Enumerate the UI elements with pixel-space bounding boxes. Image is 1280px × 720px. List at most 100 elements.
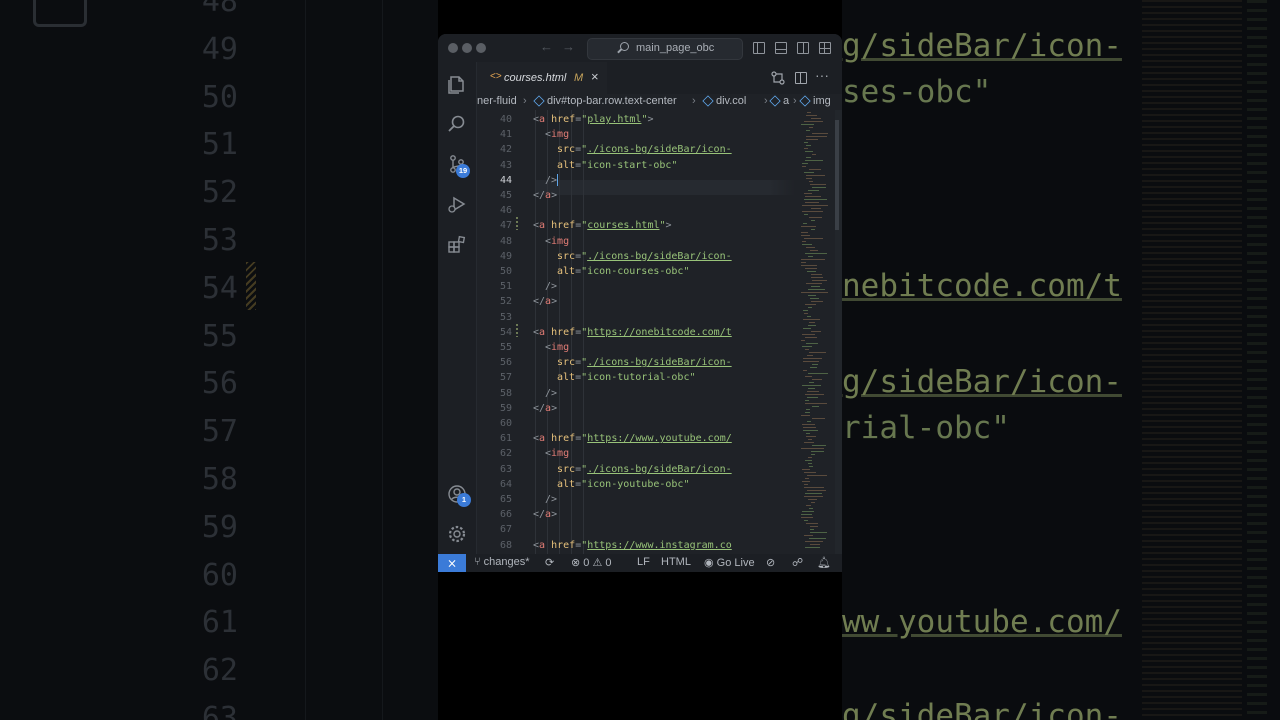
settings-gear-icon[interactable]: [447, 524, 467, 544]
source-control-badge: 19: [456, 164, 470, 178]
toggle-secondary-sidebar-icon[interactable]: [797, 42, 809, 54]
broadcast-icon: ◉: [704, 557, 714, 569]
code-line[interactable]: 52 </a>: [477, 294, 795, 309]
code-line[interactable]: 46: [477, 203, 795, 218]
go-live-button[interactable]: ◉ Go Live: [704, 556, 755, 569]
minimap-row: [808, 463, 812, 464]
branch-name: changes*: [483, 556, 530, 568]
eol-status[interactable]: LF: [637, 556, 650, 568]
open-changes-icon[interactable]: [771, 71, 785, 85]
scrollbar-thumb[interactable]: [835, 120, 839, 230]
search-icon: [620, 42, 629, 51]
code-line[interactable]: 67: [477, 522, 795, 537]
code-text: <a href="https://www.youtube.com/: [533, 433, 732, 445]
line-number: 65: [499, 494, 512, 505]
notifications-bell-icon[interactable]: 🔔︎: [817, 556, 831, 569]
code-line[interactable]: 55 <img: [477, 340, 795, 355]
code-line[interactable]: 45 </a>: [477, 188, 795, 203]
minimap-row: [802, 244, 812, 245]
code-line[interactable]: 60: [477, 416, 795, 431]
error-count: 0: [583, 557, 590, 569]
minimap-row: [805, 349, 809, 350]
toggle-panel-icon[interactable]: [775, 42, 787, 54]
extensions-icon[interactable]: [447, 234, 467, 254]
code-line[interactable]: 65 />: [477, 492, 795, 507]
code-line[interactable]: 63 src="./icons-bg/sideBar/icon-: [477, 462, 795, 477]
more-actions-icon[interactable]: ···: [815, 67, 829, 83]
minimap-row: [811, 301, 823, 302]
bg-line-number: 49: [201, 31, 238, 67]
code-text: <a href="https://www.instagram.co: [533, 539, 732, 551]
breadcrumb-item[interactable]: a: [769, 95, 789, 107]
copilot-icon[interactable]: ⊘: [766, 556, 775, 569]
minimap-row: [806, 115, 817, 116]
code-line[interactable]: 44 />: [477, 173, 795, 188]
code-line[interactable]: 62 <img: [477, 446, 795, 461]
minimap-row: [801, 235, 810, 236]
code-line[interactable]: 66 </a>: [477, 507, 795, 522]
back-arrow-icon[interactable]: ←: [540, 39, 553, 54]
minimap[interactable]: [795, 110, 835, 554]
code-line[interactable]: 68 <a href="https://www.instagram.co: [477, 538, 795, 553]
command-center-search[interactable]: main_page_obc: [587, 38, 743, 60]
breadcrumb-item[interactable]: div.col: [702, 95, 746, 107]
remote-indicator-icon[interactable]: ⨯: [438, 554, 466, 572]
minimize-window-button[interactable]: [462, 43, 472, 53]
code-line[interactable]: 40 <a href="play.html">: [477, 112, 795, 127]
breadcrumb-item[interactable]: div#top-bar.row.text-center: [533, 95, 677, 107]
code-editor[interactable]: 40 <a href="play.html"> 41 <img 42 src="./ico…: [477, 110, 795, 554]
code-line[interactable]: 54 <a href="https://onebitcode.com/t: [477, 325, 795, 340]
code-line[interactable]: 61 <a href="https://www.youtube.com/: [477, 431, 795, 446]
code-line[interactable]: 47 <a href="courses.html">: [477, 218, 795, 233]
code-line[interactable]: 57 alt="icon-tutorial-obc": [477, 370, 795, 385]
code-text: <img: [545, 129, 570, 141]
tab-courses-html[interactable]: <> courses.html M ×: [477, 62, 607, 94]
split-editor-icon[interactable]: [795, 72, 807, 84]
minimap-row: [807, 475, 827, 476]
minimap-row: [801, 226, 816, 227]
minimap-row: [811, 118, 821, 119]
code-line[interactable]: 50 alt="icon-courses-obc": [477, 264, 795, 279]
line-number: 62: [499, 448, 512, 460]
tab-filename: courses.html: [504, 72, 567, 84]
minimap-row: [801, 292, 828, 293]
close-tab-icon[interactable]: ×: [591, 69, 599, 84]
code-line[interactable]: 43 alt="icon-start-obc": [477, 158, 795, 173]
code-line[interactable]: 59 </a>: [477, 401, 795, 416]
vertical-scrollbar[interactable]: [835, 110, 842, 554]
search-icon[interactable]: [447, 114, 467, 134]
explorer-icon[interactable]: [447, 74, 467, 94]
close-window-button[interactable]: [448, 43, 458, 53]
minimap-row: [810, 298, 819, 299]
code-line[interactable]: 41 <img: [477, 127, 795, 142]
code-line[interactable]: 58 />: [477, 386, 795, 401]
code-line[interactable]: 53: [477, 310, 795, 325]
feedback-icon[interactable]: ☍: [792, 556, 803, 569]
line-number: 41: [499, 129, 512, 141]
code-line[interactable]: 48 <img: [477, 234, 795, 249]
minimap-row: [812, 187, 826, 188]
git-branch-icon: ⑂: [474, 556, 481, 568]
sync-icon[interactable]: ⟳: [545, 556, 554, 569]
code-line[interactable]: 51 />: [477, 279, 795, 294]
branch-status[interactable]: ⑂ changes*: [474, 556, 530, 568]
breadcrumb-item[interactable]: ner-fluid: [477, 95, 517, 107]
line-number: 49: [499, 250, 512, 262]
code-line[interactable]: 56 src="./icons-bg/sideBar/icon-: [477, 355, 795, 370]
maximize-window-button[interactable]: [476, 43, 486, 53]
code-line[interactable]: 49 src="./icons-bg/sideBar/icon-: [477, 249, 795, 264]
chevron-right-icon: ›: [764, 95, 768, 107]
forward-arrow-icon[interactable]: →: [562, 39, 575, 54]
problems-status[interactable]: ⊗ 0 ⚠ 0: [571, 556, 612, 569]
code-line[interactable]: 42 src="./icons-bg/sideBar/icon-: [477, 142, 795, 157]
language-mode[interactable]: HTML: [661, 556, 691, 568]
status-bar: ⨯ ⑂ changes* ⟳ ⊗ 0 ⚠ 0 LF HTML ◉ Go Live…: [438, 554, 842, 572]
title-bar: ← → main_page_obc: [438, 34, 842, 62]
bg-line-number: 59: [201, 509, 238, 545]
breadcrumb-item[interactable]: img: [799, 95, 831, 107]
bg-line-number: 50: [201, 79, 238, 115]
run-and-debug-icon[interactable]: [447, 194, 467, 214]
code-line[interactable]: 64 alt="icon-youtube-obc": [477, 477, 795, 492]
customize-layout-icon[interactable]: [819, 42, 831, 54]
toggle-primary-sidebar-icon[interactable]: [753, 42, 765, 54]
